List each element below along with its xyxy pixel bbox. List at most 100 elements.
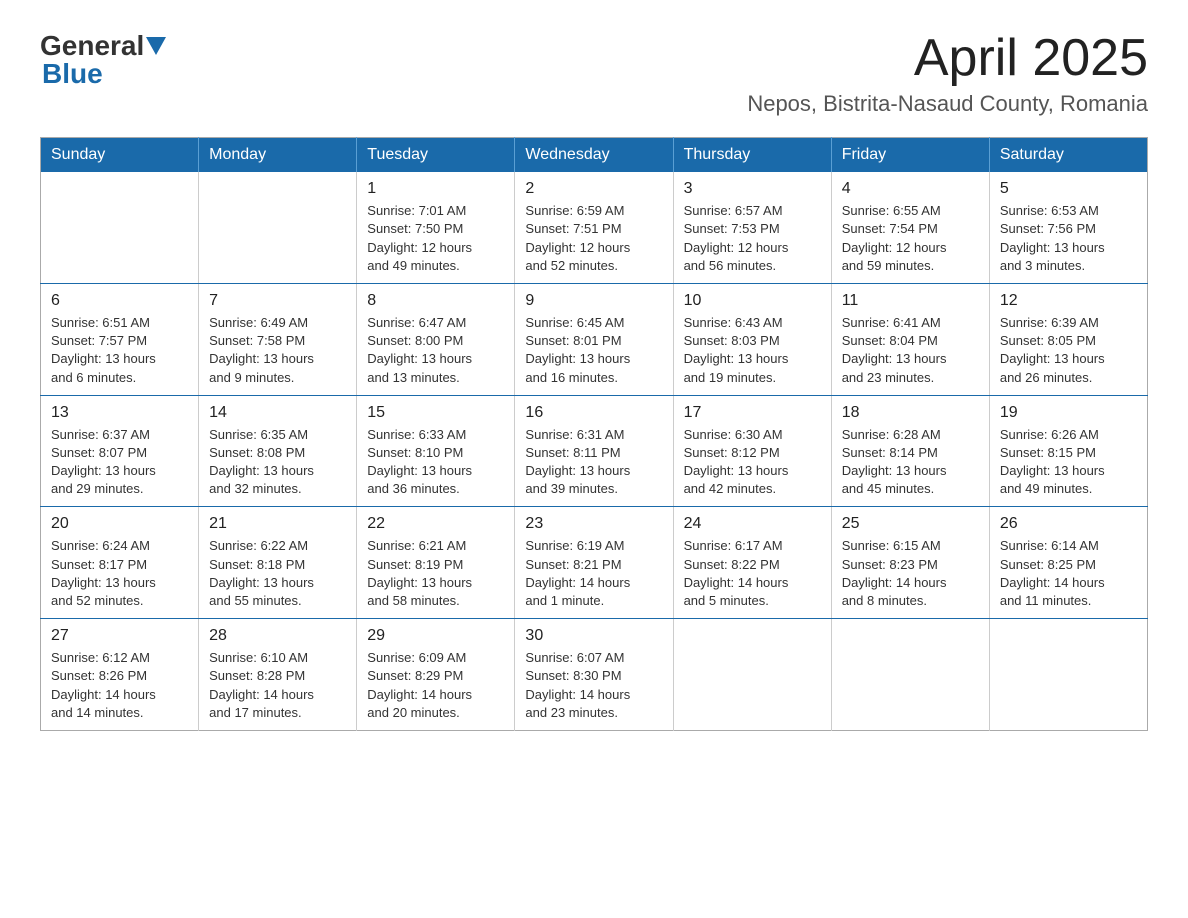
calendar-cell: 24 Sunrise: 6:17 AM Sunset: 8:22 PM Dayli… bbox=[673, 507, 831, 619]
calendar-cell: 6 Sunrise: 6:51 AM Sunset: 7:57 PM Daylig… bbox=[41, 283, 199, 395]
calendar-cell: 30 Sunrise: 6:07 AM Sunset: 8:30 PM Dayli… bbox=[515, 619, 673, 731]
calendar-cell: 1 Sunrise: 7:01 AM Sunset: 7:50 PM Daylig… bbox=[357, 172, 515, 283]
calendar-week-row: 13Sunrise: 6:37 AM Sunset: 8:07 PM Dayli… bbox=[41, 395, 1148, 507]
day-info: Sunrise: 6:22 AM Sunset: 8:18 PM Dayligh… bbox=[209, 537, 346, 610]
day-info: Sunrise: 6:14 AM Sunset: 8:25 PM Dayligh… bbox=[1000, 537, 1137, 610]
calendar-cell: 8 Sunrise: 6:47 AM Sunset: 8:00 PM Daylig… bbox=[357, 283, 515, 395]
calendar-cell bbox=[831, 619, 989, 731]
day-number: 11 bbox=[842, 292, 979, 310]
calendar-cell: 20 Sunrise: 6:24 AM Sunset: 8:17 PM Dayli… bbox=[41, 507, 199, 619]
day-number: 27 bbox=[51, 627, 188, 645]
page-header: General Blue April 2025 Nepos, Bistrita-… bbox=[40, 30, 1148, 117]
calendar-cell: 12Sunrise: 6:39 AM Sunset: 8:05 PM Dayli… bbox=[989, 283, 1147, 395]
calendar-cell: 16 Sunrise: 6:31 AM Sunset: 8:11 PM Dayli… bbox=[515, 395, 673, 507]
day-number: 6 bbox=[51, 292, 188, 310]
day-number: 14 bbox=[209, 404, 346, 422]
day-info: Sunrise: 6:41 AM Sunset: 8:04 PM Dayligh… bbox=[842, 314, 979, 387]
calendar-cell: 28Sunrise: 6:10 AM Sunset: 8:28 PM Dayli… bbox=[199, 619, 357, 731]
day-info: Sunrise: 6:09 AM Sunset: 8:29 PM Dayligh… bbox=[367, 649, 504, 722]
calendar-cell bbox=[989, 619, 1147, 731]
weekday-header-wednesday: Wednesday bbox=[515, 138, 673, 173]
day-info: Sunrise: 6:30 AM Sunset: 8:12 PM Dayligh… bbox=[684, 426, 821, 499]
day-number: 3 bbox=[684, 180, 821, 198]
logo-triangle-icon bbox=[146, 37, 166, 55]
weekday-header-tuesday: Tuesday bbox=[357, 138, 515, 173]
logo: General Blue bbox=[40, 30, 168, 90]
day-info: Sunrise: 6:07 AM Sunset: 8:30 PM Dayligh… bbox=[525, 649, 662, 722]
day-number: 13 bbox=[51, 404, 188, 422]
day-info: Sunrise: 6:24 AM Sunset: 8:17 PM Dayligh… bbox=[51, 537, 188, 610]
day-number: 12 bbox=[1000, 292, 1137, 310]
calendar-cell: 3Sunrise: 6:57 AM Sunset: 7:53 PM Daylig… bbox=[673, 172, 831, 283]
day-info: Sunrise: 6:45 AM Sunset: 8:01 PM Dayligh… bbox=[525, 314, 662, 387]
calendar-cell bbox=[41, 172, 199, 283]
day-info: Sunrise: 6:33 AM Sunset: 8:10 PM Dayligh… bbox=[367, 426, 504, 499]
day-info: Sunrise: 6:21 AM Sunset: 8:19 PM Dayligh… bbox=[367, 537, 504, 610]
weekday-header-row: SundayMondayTuesdayWednesdayThursdayFrid… bbox=[41, 138, 1148, 173]
day-number: 2 bbox=[525, 180, 662, 198]
calendar-cell: 9Sunrise: 6:45 AM Sunset: 8:01 PM Daylig… bbox=[515, 283, 673, 395]
calendar-week-row: 6 Sunrise: 6:51 AM Sunset: 7:57 PM Daylig… bbox=[41, 283, 1148, 395]
calendar-table: SundayMondayTuesdayWednesdayThursdayFrid… bbox=[40, 137, 1148, 731]
day-number: 21 bbox=[209, 515, 346, 533]
day-number: 10 bbox=[684, 292, 821, 310]
day-info: Sunrise: 6:19 AM Sunset: 8:21 PM Dayligh… bbox=[525, 537, 662, 610]
day-number: 26 bbox=[1000, 515, 1137, 533]
day-info: Sunrise: 6:59 AM Sunset: 7:51 PM Dayligh… bbox=[525, 202, 662, 275]
day-number: 24 bbox=[684, 515, 821, 533]
calendar-cell: 29Sunrise: 6:09 AM Sunset: 8:29 PM Dayli… bbox=[357, 619, 515, 731]
day-info: Sunrise: 6:17 AM Sunset: 8:22 PM Dayligh… bbox=[684, 537, 821, 610]
calendar-cell: 7 Sunrise: 6:49 AM Sunset: 7:58 PM Daylig… bbox=[199, 283, 357, 395]
day-info: Sunrise: 6:10 AM Sunset: 8:28 PM Dayligh… bbox=[209, 649, 346, 722]
weekday-header-saturday: Saturday bbox=[989, 138, 1147, 173]
location-title: Nepos, Bistrita-Nasaud County, Romania bbox=[747, 91, 1148, 117]
calendar-cell: 13Sunrise: 6:37 AM Sunset: 8:07 PM Dayli… bbox=[41, 395, 199, 507]
day-number: 1 bbox=[367, 180, 504, 198]
day-info: Sunrise: 6:12 AM Sunset: 8:26 PM Dayligh… bbox=[51, 649, 188, 722]
calendar-cell: 2 Sunrise: 6:59 AM Sunset: 7:51 PM Daylig… bbox=[515, 172, 673, 283]
calendar-cell: 25 Sunrise: 6:15 AM Sunset: 8:23 PM Dayli… bbox=[831, 507, 989, 619]
day-number: 30 bbox=[525, 627, 662, 645]
day-number: 17 bbox=[684, 404, 821, 422]
calendar-cell: 15 Sunrise: 6:33 AM Sunset: 8:10 PM Dayli… bbox=[357, 395, 515, 507]
calendar-week-row: 27 Sunrise: 6:12 AM Sunset: 8:26 PM Dayli… bbox=[41, 619, 1148, 731]
day-info: Sunrise: 6:47 AM Sunset: 8:00 PM Dayligh… bbox=[367, 314, 504, 387]
day-info: Sunrise: 6:15 AM Sunset: 8:23 PM Dayligh… bbox=[842, 537, 979, 610]
day-info: Sunrise: 6:43 AM Sunset: 8:03 PM Dayligh… bbox=[684, 314, 821, 387]
day-number: 5 bbox=[1000, 180, 1137, 198]
day-info: Sunrise: 7:01 AM Sunset: 7:50 PM Dayligh… bbox=[367, 202, 504, 275]
calendar-cell: 5 Sunrise: 6:53 AM Sunset: 7:56 PM Daylig… bbox=[989, 172, 1147, 283]
calendar-cell: 23 Sunrise: 6:19 AM Sunset: 8:21 PM Dayli… bbox=[515, 507, 673, 619]
calendar-cell: 4 Sunrise: 6:55 AM Sunset: 7:54 PM Daylig… bbox=[831, 172, 989, 283]
calendar-cell bbox=[199, 172, 357, 283]
calendar-cell: 22Sunrise: 6:21 AM Sunset: 8:19 PM Dayli… bbox=[357, 507, 515, 619]
calendar-cell: 17 Sunrise: 6:30 AM Sunset: 8:12 PM Dayli… bbox=[673, 395, 831, 507]
day-info: Sunrise: 6:55 AM Sunset: 7:54 PM Dayligh… bbox=[842, 202, 979, 275]
day-number: 4 bbox=[842, 180, 979, 198]
weekday-header-monday: Monday bbox=[199, 138, 357, 173]
day-number: 15 bbox=[367, 404, 504, 422]
calendar-cell: 21 Sunrise: 6:22 AM Sunset: 8:18 PM Dayli… bbox=[199, 507, 357, 619]
logo-blue-text: Blue bbox=[40, 58, 103, 90]
day-info: Sunrise: 6:28 AM Sunset: 8:14 PM Dayligh… bbox=[842, 426, 979, 499]
day-number: 16 bbox=[525, 404, 662, 422]
calendar-cell: 26 Sunrise: 6:14 AM Sunset: 8:25 PM Dayli… bbox=[989, 507, 1147, 619]
day-info: Sunrise: 6:53 AM Sunset: 7:56 PM Dayligh… bbox=[1000, 202, 1137, 275]
day-number: 18 bbox=[842, 404, 979, 422]
day-number: 7 bbox=[209, 292, 346, 310]
day-info: Sunrise: 6:49 AM Sunset: 7:58 PM Dayligh… bbox=[209, 314, 346, 387]
day-info: Sunrise: 6:51 AM Sunset: 7:57 PM Dayligh… bbox=[51, 314, 188, 387]
day-info: Sunrise: 6:26 AM Sunset: 8:15 PM Dayligh… bbox=[1000, 426, 1137, 499]
day-number: 20 bbox=[51, 515, 188, 533]
calendar-cell: 14 Sunrise: 6:35 AM Sunset: 8:08 PM Dayli… bbox=[199, 395, 357, 507]
weekday-header-thursday: Thursday bbox=[673, 138, 831, 173]
day-info: Sunrise: 6:35 AM Sunset: 8:08 PM Dayligh… bbox=[209, 426, 346, 499]
day-number: 25 bbox=[842, 515, 979, 533]
day-info: Sunrise: 6:31 AM Sunset: 8:11 PM Dayligh… bbox=[525, 426, 662, 499]
calendar-cell: 11 Sunrise: 6:41 AM Sunset: 8:04 PM Dayli… bbox=[831, 283, 989, 395]
weekday-header-sunday: Sunday bbox=[41, 138, 199, 173]
day-number: 8 bbox=[367, 292, 504, 310]
day-number: 23 bbox=[525, 515, 662, 533]
calendar-week-row: 20 Sunrise: 6:24 AM Sunset: 8:17 PM Dayli… bbox=[41, 507, 1148, 619]
month-title: April 2025 bbox=[747, 30, 1148, 87]
